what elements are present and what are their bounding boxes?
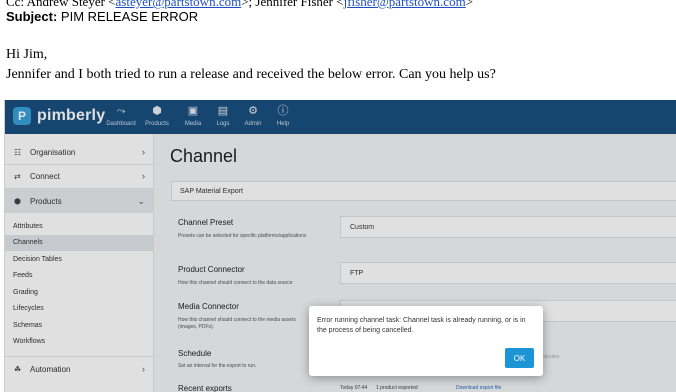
cc-middle: >; Jennifer Fisher <	[241, 0, 344, 9]
subject-line: Subject: PIM RELEASE ERROR	[6, 9, 198, 24]
error-message: Error running channel task: Channel task…	[317, 317, 526, 334]
email-body: Jennifer and I both tried to run a relea…	[6, 67, 496, 82]
pimberly-app: P pimberly ⤳ Dashboard ⬢ Products ▣ Medi…	[4, 100, 676, 392]
cc-suffix: >	[465, 0, 474, 9]
ok-button[interactable]: OK	[505, 348, 534, 368]
cc-prefix: Cc: Andrew Steyer <	[6, 0, 116, 9]
cc-email-link-2[interactable]: jfisher@partstown.com	[344, 0, 466, 9]
email-header: Cc: Andrew Steyer <asteyer@partstown.com…	[0, 0, 676, 100]
error-dialog: Error running channel task: Channel task…	[309, 306, 543, 376]
subject-label: Subject:	[6, 9, 58, 24]
subject-value: PIM RELEASE ERROR	[60, 9, 199, 24]
email-greeting: Hi Jim,	[6, 47, 48, 62]
cc-email-link-1[interactable]: asteyer@partstown.com	[116, 0, 242, 9]
